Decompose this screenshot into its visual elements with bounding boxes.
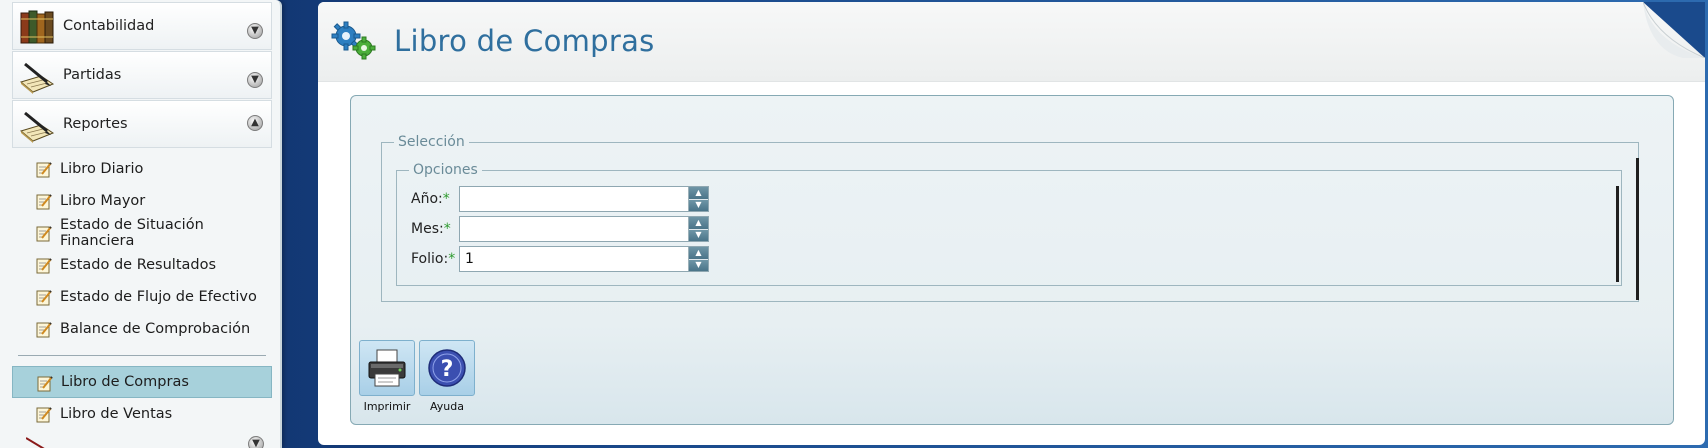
svg-text:?: ? (441, 357, 454, 382)
print-button[interactable] (359, 340, 415, 396)
print-label: Imprimir (363, 400, 411, 413)
accordion-header-partial[interactable]: ▼ (12, 432, 272, 448)
seleccion-legend: Selección (398, 134, 465, 150)
menu-item-label: Libro de Compras (61, 374, 189, 390)
ledger-pen-icon (19, 111, 55, 143)
anio-spinner: ▲ ▼ (459, 186, 709, 212)
title-bar: Libro de Compras (318, 2, 1705, 82)
edit-document-icon (37, 376, 53, 392)
menu-item-label: Estado de Situación Financiera (60, 217, 204, 249)
expand-icon[interactable]: ▼ (247, 23, 263, 39)
menu-item-estado-resultados[interactable]: Estado de Resultados (12, 249, 272, 281)
field-row-anio: Año:* ▲ ▼ (411, 186, 709, 212)
opciones-fieldset: Opciones Año:* ▲ ▼ Mes:* ▲ ▼ Folio:* 1 ▲… (396, 162, 1622, 286)
ledger-pen-icon (19, 62, 55, 94)
menu-item-label: Libro Diario (60, 161, 144, 177)
menu-divider (18, 355, 266, 356)
form-container: Selección Opciones Año:* ▲ ▼ Mes:* ▲ ▼ F… (350, 95, 1674, 425)
accordion-label: Reportes (63, 116, 128, 132)
spin-up-icon[interactable]: ▲ (689, 187, 708, 200)
expand-icon[interactable]: ▼ (247, 72, 263, 88)
field-row-mes: Mes:* ▲ ▼ (411, 216, 709, 242)
printer-icon (368, 349, 406, 387)
menu-item-label: Balance de Comprobación (60, 321, 251, 337)
gears-icon (331, 21, 376, 60)
scrollbar[interactable] (1636, 158, 1639, 300)
menu-item-label: Estado de Resultados (60, 257, 217, 273)
accordion-label: Contabilidad (63, 18, 155, 34)
anio-input[interactable] (460, 187, 688, 211)
edit-document-icon (36, 226, 52, 242)
sidebar: Contabilidad ▼ Partidas ▼ Reportes ▲ Lib… (0, 0, 282, 448)
menu-item-estado-situacion-financiera[interactable]: Estado de Situación Financiera (12, 217, 272, 249)
mes-spin-buttons: ▲ ▼ (688, 217, 708, 241)
help-icon: ? (428, 349, 466, 387)
main-panel: Libro de Compras Selección Opciones Año:… (318, 2, 1705, 445)
folio-spin-buttons: ▲ ▼ (688, 247, 708, 271)
edit-document-icon (36, 258, 52, 274)
help-button[interactable]: ? (419, 340, 475, 396)
anio-label: Año:* (411, 191, 450, 207)
books-icon (20, 10, 54, 44)
menu-item-libro-mayor[interactable]: Libro Mayor (12, 185, 272, 217)
required-mark: * (448, 251, 456, 267)
mes-label: Mes:* (411, 221, 451, 237)
page-title: Libro de Compras (394, 24, 655, 58)
menu-item-label: Estado de Flujo de Efectivo (60, 289, 257, 305)
mes-spinner: ▲ ▼ (459, 216, 709, 242)
accordion-header-contabilidad[interactable]: Contabilidad ▼ (12, 2, 272, 50)
folio-spinner: ▲ ▼ (459, 246, 709, 272)
edit-document-icon (36, 322, 52, 338)
accordion-header-partidas[interactable]: Partidas ▼ (12, 51, 272, 99)
page-curl-decoration (1643, 2, 1705, 58)
sidebar-accordion: Contabilidad ▼ Partidas ▼ Reportes ▲ Lib… (12, 2, 272, 448)
field-row-folio: Folio:* ▲ ▼ (411, 246, 709, 272)
menu-item-libro-compras[interactable]: Libro de Compras (12, 366, 272, 398)
spin-down-icon[interactable]: ▼ (689, 199, 708, 211)
spin-down-icon[interactable]: ▼ (689, 259, 708, 271)
accordion-label: Partidas (63, 67, 122, 83)
edit-document-icon (36, 407, 52, 423)
required-mark: * (443, 221, 451, 237)
edit-document-icon (36, 290, 52, 306)
help-label: Ayuda (430, 400, 464, 413)
edit-document-icon (36, 162, 52, 178)
folio-label: Folio:* (411, 251, 456, 267)
scrollbar[interactable] (1616, 186, 1619, 282)
folio-input[interactable] (460, 247, 688, 271)
menu-item-balance-comprobacion[interactable]: Balance de Comprobación (12, 313, 272, 345)
spin-up-icon[interactable]: ▲ (689, 217, 708, 230)
menu-item-label: Libro de Ventas (60, 406, 173, 422)
mes-input[interactable] (460, 217, 688, 241)
collapse-icon[interactable]: ▲ (247, 115, 263, 131)
menu-item-libro-diario[interactable]: Libro Diario (12, 153, 272, 185)
accordion-header-reportes[interactable]: Reportes ▲ (12, 100, 272, 148)
expand-icon[interactable]: ▼ (248, 436, 264, 448)
anio-spin-buttons: ▲ ▼ (688, 187, 708, 211)
spin-up-icon[interactable]: ▲ (689, 247, 708, 260)
edit-document-icon (36, 194, 52, 210)
seleccion-fieldset: Selección Opciones Año:* ▲ ▼ Mes:* ▲ ▼ F… (381, 134, 1639, 302)
required-mark: * (442, 191, 450, 207)
menu-item-libro-ventas[interactable]: Libro de Ventas (12, 398, 272, 430)
pen-icon (26, 437, 45, 448)
opciones-legend: Opciones (413, 162, 478, 178)
reportes-menu: Libro Diario Libro Mayor Estado de Situa… (12, 149, 272, 430)
spin-down-icon[interactable]: ▼ (689, 229, 708, 241)
menu-item-label: Libro Mayor (60, 193, 146, 209)
menu-item-estado-flujo-efectivo[interactable]: Estado de Flujo de Efectivo (12, 281, 272, 313)
